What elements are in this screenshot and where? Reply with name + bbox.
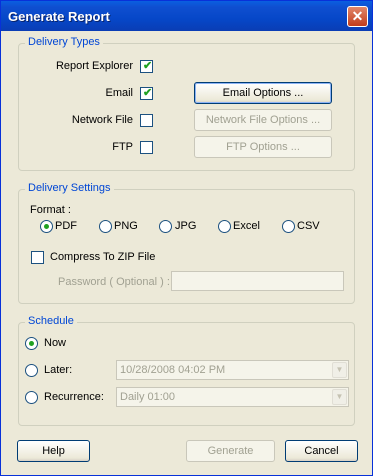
format-png-label: PNG xyxy=(114,220,138,232)
chevron-down-icon[interactable]: ▼ xyxy=(332,362,347,378)
radio-selected-dot xyxy=(29,341,34,346)
schedule-now-radio[interactable] xyxy=(25,337,38,350)
format-excel-radio[interactable] xyxy=(218,220,231,233)
format-label: Format : xyxy=(30,204,71,216)
generate-report-dialog: Generate Report ✕ Delivery Types Report … xyxy=(0,0,373,476)
email-label: Email xyxy=(105,87,133,99)
compress-zip-label: Compress To ZIP File xyxy=(50,251,156,263)
email-checkbox[interactable]: ✔ xyxy=(140,87,153,100)
format-jpg-label: JPG xyxy=(175,220,197,232)
ftp-checkbox[interactable] xyxy=(140,141,153,154)
schedule-now-label: Now xyxy=(44,337,67,349)
format-png-radio[interactable] xyxy=(99,220,112,233)
report-explorer-checkbox[interactable]: ✔ xyxy=(140,60,153,73)
format-csv-label: CSV xyxy=(297,220,320,232)
schedule-later-label: Later: xyxy=(44,364,73,376)
radio-selected-dot xyxy=(44,224,49,229)
password-label: Password ( Optional ) : xyxy=(58,276,170,288)
schedule-recurrence-radio[interactable] xyxy=(25,391,38,404)
recurrence-value: Daily 01:00 xyxy=(120,391,176,403)
format-csv-radio[interactable] xyxy=(282,220,295,233)
format-pdf-label: PDF xyxy=(55,220,77,232)
cancel-button[interactable]: Cancel xyxy=(285,440,358,462)
later-datetime-value: 10/28/2008 04:02 PM xyxy=(120,364,226,376)
delivery-types-legend: Delivery Types xyxy=(25,36,103,48)
format-excel-label: Excel xyxy=(233,220,260,232)
network-file-checkbox[interactable] xyxy=(140,114,153,127)
chevron-down-icon[interactable]: ▼ xyxy=(332,389,347,405)
checkmark-icon: ✔ xyxy=(143,60,153,72)
close-icon: ✕ xyxy=(351,8,364,24)
generate-button[interactable]: Generate xyxy=(186,440,275,462)
format-jpg-radio[interactable] xyxy=(159,220,172,233)
ftp-options-button[interactable]: FTP Options ... xyxy=(194,136,332,158)
network-file-label: Network File xyxy=(71,114,133,126)
email-options-button[interactable]: Email Options ... xyxy=(194,82,332,104)
checkmark-icon: ✔ xyxy=(143,87,153,99)
compress-zip-checkbox[interactable] xyxy=(31,251,44,264)
later-datetime-combo[interactable]: 10/28/2008 04:02 PM ▼ xyxy=(116,360,349,380)
network-file-options-button[interactable]: Network File Options ... xyxy=(194,109,332,131)
schedule-recurrence-label: Recurrence: xyxy=(44,391,104,403)
password-input[interactable] xyxy=(171,271,344,291)
recurrence-combo[interactable]: Daily 01:00 ▼ xyxy=(116,387,349,407)
delivery-settings-legend: Delivery Settings xyxy=(25,182,114,194)
schedule-later-radio[interactable] xyxy=(25,364,38,377)
schedule-legend: Schedule xyxy=(25,315,77,327)
report-explorer-label: Report Explorer xyxy=(55,60,133,72)
ftp-label: FTP xyxy=(112,141,133,153)
window-title: Generate Report xyxy=(8,9,110,24)
title-bar[interactable]: Generate Report ✕ xyxy=(1,1,372,31)
format-pdf-radio[interactable] xyxy=(40,220,53,233)
help-button[interactable]: Help xyxy=(17,440,90,462)
close-button[interactable]: ✕ xyxy=(347,6,368,27)
